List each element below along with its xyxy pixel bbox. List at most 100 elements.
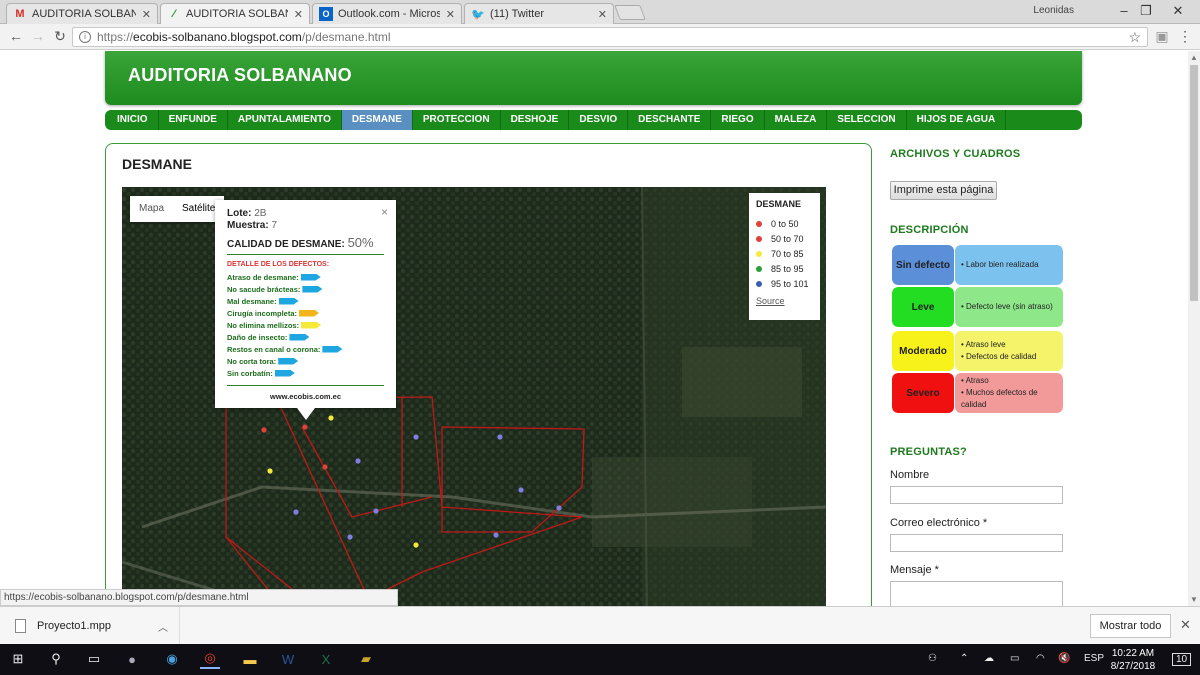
tab-label: Outlook.com - Microsoft — [338, 8, 440, 20]
nombre-field[interactable] — [890, 486, 1063, 504]
tab-twitter[interactable]: 🐦 (11) Twitter ✕ — [464, 3, 614, 24]
defect-arrow-icon — [278, 357, 299, 365]
status-url: https://ecobis-solbanano.blogspot.com/p/… — [0, 589, 398, 606]
map[interactable]: Mapa Satélite × Lote: 2B Muestra: 7 CALI… — [122, 187, 826, 606]
scroll-up-icon[interactable]: ▲ — [1190, 53, 1198, 62]
windows-taskbar: ⊞ ⚲ ▭ ● ◉ ◎ ▬ W X ▰ ⚇ ⌃ ☁ ▭ ◠ 🔇 ESP 10:2… — [0, 644, 1200, 675]
nav-item-enfunde[interactable]: ENFUNDE — [159, 110, 228, 130]
defect-label: Restos en canal o corona: — [227, 344, 321, 354]
back-icon[interactable]: ← — [7, 28, 25, 44]
descripcion-line: • Defectos de calidad — [961, 352, 1037, 361]
legend-item: 95 to 101 — [756, 276, 813, 291]
wifi-icon[interactable]: ◠ — [1036, 653, 1045, 664]
battery-icon[interactable]: ▭ — [1010, 653, 1019, 664]
defect-label: No sacude brácteas: — [227, 284, 301, 294]
tab-solbanano[interactable]: ⁄ AUDITORIA SOLBANANO ✕ — [160, 3, 310, 24]
nav-item-riego[interactable]: RIEGO — [711, 110, 765, 130]
email-field[interactable] — [890, 534, 1063, 552]
legend-label: 0 to 50 — [771, 218, 799, 229]
maximize-icon[interactable]: ❐ — [1132, 3, 1160, 19]
legend-dot-icon — [756, 280, 762, 287]
word-icon[interactable]: W — [278, 649, 298, 669]
nav-item-apuntalamiento[interactable]: APUNTALAMIENTO — [228, 110, 342, 130]
forward-icon[interactable]: → — [29, 28, 47, 44]
nav-item-deschante[interactable]: DESCHANTE — [628, 110, 712, 130]
close-window-icon[interactable]: ✕ — [1164, 3, 1192, 19]
extension-icon[interactable]: ▣ — [1153, 28, 1171, 45]
defect-label: No corta tora: — [227, 356, 277, 366]
ie-icon[interactable]: ◉ — [162, 649, 182, 669]
nav-item-deshoje[interactable]: DESHOJE — [501, 110, 570, 130]
task-view-icon[interactable]: ▭ — [84, 649, 104, 669]
language-indicator[interactable]: ESP — [1084, 653, 1104, 664]
new-tab-button[interactable] — [614, 5, 646, 20]
page-scrollbar[interactable]: ▲ ▼ — [1188, 51, 1200, 606]
clock[interactable]: 10:22 AM 8/27/2018 — [1108, 647, 1158, 673]
mensaje-field[interactable] — [890, 581, 1063, 606]
nav-item-desmane[interactable]: DESMANE — [341, 110, 413, 130]
notifications-icon[interactable]: 10 — [1172, 653, 1192, 666]
page-viewport: AUDITORIA SOLBANANO INICIO ENFUNDE APUNTAL… — [0, 51, 1188, 606]
chrome-icon[interactable]: ◎ — [200, 649, 220, 669]
close-icon[interactable]: ✕ — [446, 8, 455, 21]
show-all-button[interactable]: Mostrar todo — [1090, 614, 1171, 638]
tab-label: (11) Twitter — [490, 8, 544, 20]
scroll-down-icon[interactable]: ▼ — [1190, 595, 1198, 604]
nav-item-proteccion[interactable]: PROTECCION — [413, 110, 501, 130]
chevron-up-icon[interactable]: ︿ — [158, 619, 168, 634]
scroll-thumb[interactable] — [1190, 65, 1198, 301]
nav-item-inicio[interactable]: INICIO — [107, 110, 159, 130]
bookmark-star-icon[interactable]: ☆ — [1128, 28, 1141, 46]
address-bar[interactable]: i https://ecobis-solbanano.blogspot.com/… — [72, 27, 1148, 47]
tab-label: AUDITORIA SOLBANANO — [32, 8, 136, 20]
close-icon[interactable]: ✕ — [598, 8, 607, 21]
map-type-mapa[interactable]: Mapa — [130, 196, 173, 222]
legend-label: 70 to 85 — [771, 248, 804, 259]
defect-arrow-icon — [278, 297, 299, 305]
download-item[interactable]: Proyecto1.mpp ︿ — [0, 607, 180, 645]
app-icon[interactable]: ▰ — [356, 649, 376, 669]
menu-icon[interactable]: ⋮ — [1176, 28, 1194, 45]
mensaje-label: Mensaje * — [890, 564, 939, 576]
defect-row: Cirugía incompleta: — [227, 307, 384, 319]
tab-outlook[interactable]: O Outlook.com - Microsoft ✕ — [312, 3, 462, 24]
close-icon[interactable]: ✕ — [142, 8, 151, 21]
site-title[interactable]: AUDITORIA SOLBANANO — [128, 65, 352, 86]
profile-name[interactable]: Leonidas — [1033, 5, 1074, 16]
defect-row: No sacude brácteas: — [227, 283, 384, 295]
file-explorer-icon[interactable]: ▬ — [240, 649, 260, 669]
nav-item-maleza[interactable]: MALEZA — [765, 110, 828, 130]
chevron-up-icon[interactable]: ⌃ — [960, 653, 968, 664]
legend-dot-icon — [756, 265, 762, 272]
muestra-value: 7 — [271, 220, 278, 231]
volume-icon[interactable]: 🔇 — [1058, 653, 1070, 664]
defect-row: Mal desmane: — [227, 295, 384, 307]
nav-item-desvio[interactable]: DESVIO — [569, 110, 629, 130]
windows-start-icon[interactable]: ⊞ — [8, 649, 28, 669]
legend-source-link[interactable]: Source — [756, 296, 813, 306]
reload-icon[interactable]: ↻ — [51, 28, 69, 45]
close-icon[interactable]: ✕ — [294, 8, 303, 21]
descripcion-text: • Defecto leve (sin atraso) — [955, 287, 1063, 327]
defect-label: Sin corbatín: — [227, 368, 273, 378]
nav-item-seleccion[interactable]: SELECCION — [827, 110, 907, 130]
url-prefix: https:// — [97, 30, 134, 44]
url-path: /p/desmane.html — [301, 30, 391, 44]
print-button[interactable]: Imprime esta página — [890, 181, 997, 200]
cloud-icon[interactable]: ☁ — [984, 653, 994, 664]
app-icon[interactable]: ● — [122, 649, 142, 669]
defect-row: Daño de insecto: — [227, 331, 384, 343]
nav-item-hijos-de-agua[interactable]: HIJOS DE AGUA — [907, 110, 1007, 130]
legend-title: DESMANE — [756, 199, 802, 209]
close-icon[interactable]: ✕ — [1180, 617, 1191, 633]
gmail-icon: M — [15, 8, 25, 20]
divider — [227, 385, 384, 386]
map-legend: DESMANE 0 to 50 50 to 70 70 to 85 85 to 95 9… — [749, 193, 820, 320]
tab-gmail[interactable]: M AUDITORIA SOLBANANO ✕ — [6, 3, 158, 24]
excel-icon[interactable]: X — [316, 649, 336, 669]
search-icon[interactable]: ⚲ — [46, 649, 66, 669]
info-icon[interactable]: i — [79, 31, 91, 43]
defect-row: Sin corbatín: — [227, 367, 384, 379]
people-icon[interactable]: ⚇ — [928, 653, 937, 664]
close-icon[interactable]: × — [381, 205, 388, 219]
